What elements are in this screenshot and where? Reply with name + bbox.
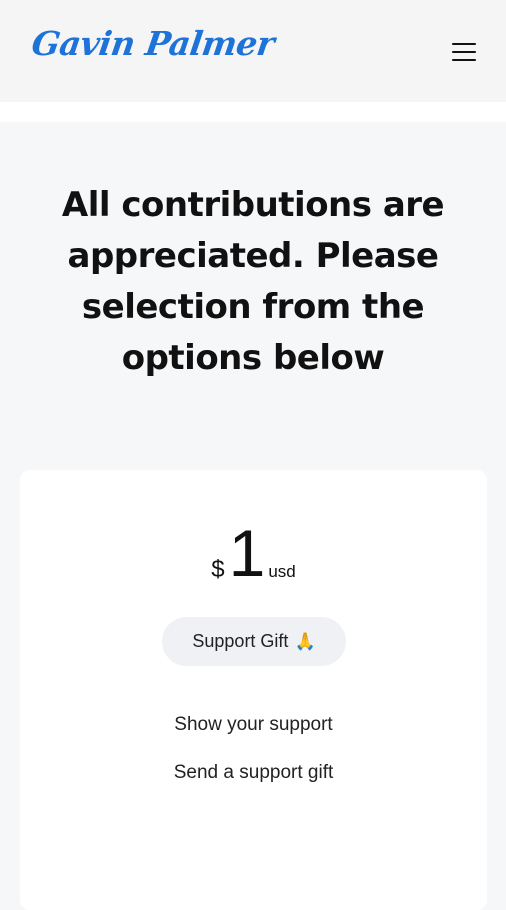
- page-headline: All contributions are appreciated. Pleas…: [61, 185, 445, 378]
- support-gift-button[interactable]: Support Gift 🙏: [162, 617, 346, 666]
- menu-bar-top: [452, 43, 476, 45]
- hamburger-menu-icon[interactable]: [448, 36, 480, 68]
- menu-bar-bottom: [452, 59, 476, 61]
- support-gift-label: Support Gift: [192, 631, 289, 651]
- header-divider: [0, 102, 506, 122]
- currency-symbol: $: [211, 556, 225, 583]
- pricing-card: $ 1 usd Support Gift 🙏 Show your support…: [20, 470, 487, 910]
- praying-hands-icon: 🙏: [294, 631, 316, 651]
- price-unit: usd: [268, 562, 296, 581]
- price-display: $ 1 usd: [20, 516, 487, 590]
- feature-send-gift: Send a support gift: [173, 762, 334, 783]
- menu-bar-middle: [452, 51, 476, 53]
- feature-show-support: Show your support: [174, 714, 333, 735]
- price-amount: 1: [228, 516, 266, 590]
- site-header: Gavin Palmer: [0, 0, 506, 102]
- site-logo[interactable]: Gavin Palmer: [29, 24, 276, 63]
